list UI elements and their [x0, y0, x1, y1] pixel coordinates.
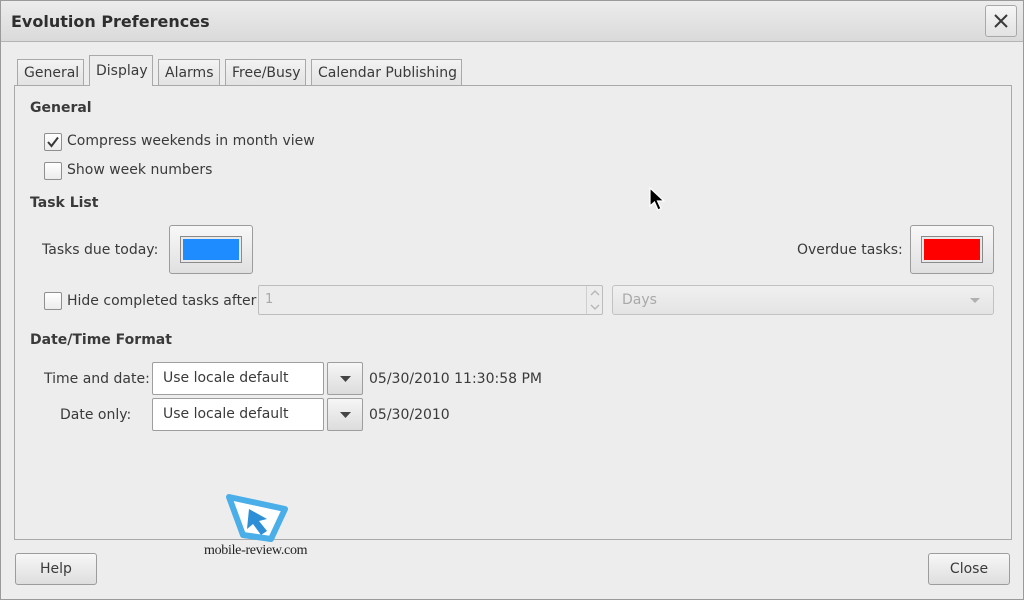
color-swatch-frame	[921, 236, 983, 263]
tasks-due-today-label: Tasks due today:	[42, 242, 159, 258]
tab-calendar-publishing[interactable]: Calendar Publishing	[311, 59, 462, 86]
spin-buttons[interactable]	[586, 286, 602, 314]
date-only-value: Use locale default	[163, 406, 289, 422]
date-only-dropdown-button[interactable]	[327, 398, 363, 431]
show-week-numbers-label[interactable]: Show week numbers	[67, 162, 212, 178]
display-panel: General Compress weekends in month view …	[14, 85, 1012, 540]
date-only-entry[interactable]: Use locale default	[152, 398, 324, 431]
tasks-due-today-color-button[interactable]	[169, 225, 253, 274]
tab-general[interactable]: General	[17, 59, 84, 86]
date-only-label: Date only:	[60, 407, 132, 423]
tab-label: Calendar Publishing	[318, 65, 457, 81]
general-heading: General	[30, 100, 92, 116]
tab-label: General	[24, 65, 80, 81]
watermark-text: mobile-review.com	[204, 543, 308, 558]
overdue-tasks-color-swatch	[924, 239, 980, 260]
time-and-date-value: Use locale default	[163, 370, 289, 386]
mouse-cursor-icon	[649, 187, 666, 211]
hide-completed-spinbutton[interactable]: 1	[258, 285, 603, 315]
tab-alarms[interactable]: Alarms	[158, 59, 220, 86]
color-swatch-frame	[180, 236, 242, 263]
hide-completed-checkbox[interactable]	[44, 292, 62, 310]
time-and-date-label: Time and date:	[44, 371, 150, 387]
help-button[interactable]: Help	[15, 553, 97, 585]
checkmark-icon	[47, 136, 59, 148]
datetime-format-heading: Date/Time Format	[30, 332, 172, 348]
overdue-tasks-label: Overdue tasks:	[797, 242, 903, 258]
preferences-window: Evolution Preferences General Display Al…	[0, 0, 1024, 600]
task-list-heading: Task List	[30, 195, 99, 211]
tab-display[interactable]: Display	[89, 55, 153, 86]
date-only-preview: 05/30/2010	[369, 407, 450, 423]
chevron-down-icon	[340, 376, 351, 382]
compress-weekends-label[interactable]: Compress weekends in month view	[67, 133, 315, 149]
hide-completed-value: 1	[265, 292, 274, 307]
close-icon	[994, 14, 1008, 28]
chevron-down-icon	[340, 412, 351, 418]
spin-up-down-icon	[590, 290, 600, 310]
tab-free-busy[interactable]: Free/Busy	[225, 59, 306, 86]
tab-label: Alarms	[165, 65, 214, 81]
close-button[interactable]: Close	[928, 553, 1010, 585]
show-week-numbers-checkbox[interactable]	[44, 162, 62, 180]
tab-label: Free/Busy	[232, 65, 301, 81]
tasks-due-today-color-swatch	[183, 239, 239, 260]
chevron-down-icon	[970, 298, 980, 303]
compress-weekends-checkbox[interactable]	[44, 133, 62, 151]
time-and-date-dropdown-button[interactable]	[327, 362, 363, 395]
hide-completed-unit: Days	[622, 292, 657, 308]
time-and-date-entry[interactable]: Use locale default	[152, 362, 324, 395]
tab-label: Display	[96, 63, 148, 79]
title-bar: Evolution Preferences	[1, 1, 1023, 42]
hide-completed-unit-combo[interactable]: Days	[612, 285, 994, 315]
window-title: Evolution Preferences	[11, 12, 210, 31]
time-and-date-preview: 05/30/2010 11:30:58 PM	[369, 371, 542, 387]
overdue-tasks-color-button[interactable]	[910, 225, 994, 274]
window-close-button[interactable]	[985, 5, 1017, 37]
hide-completed-label[interactable]: Hide completed tasks after	[67, 293, 256, 309]
